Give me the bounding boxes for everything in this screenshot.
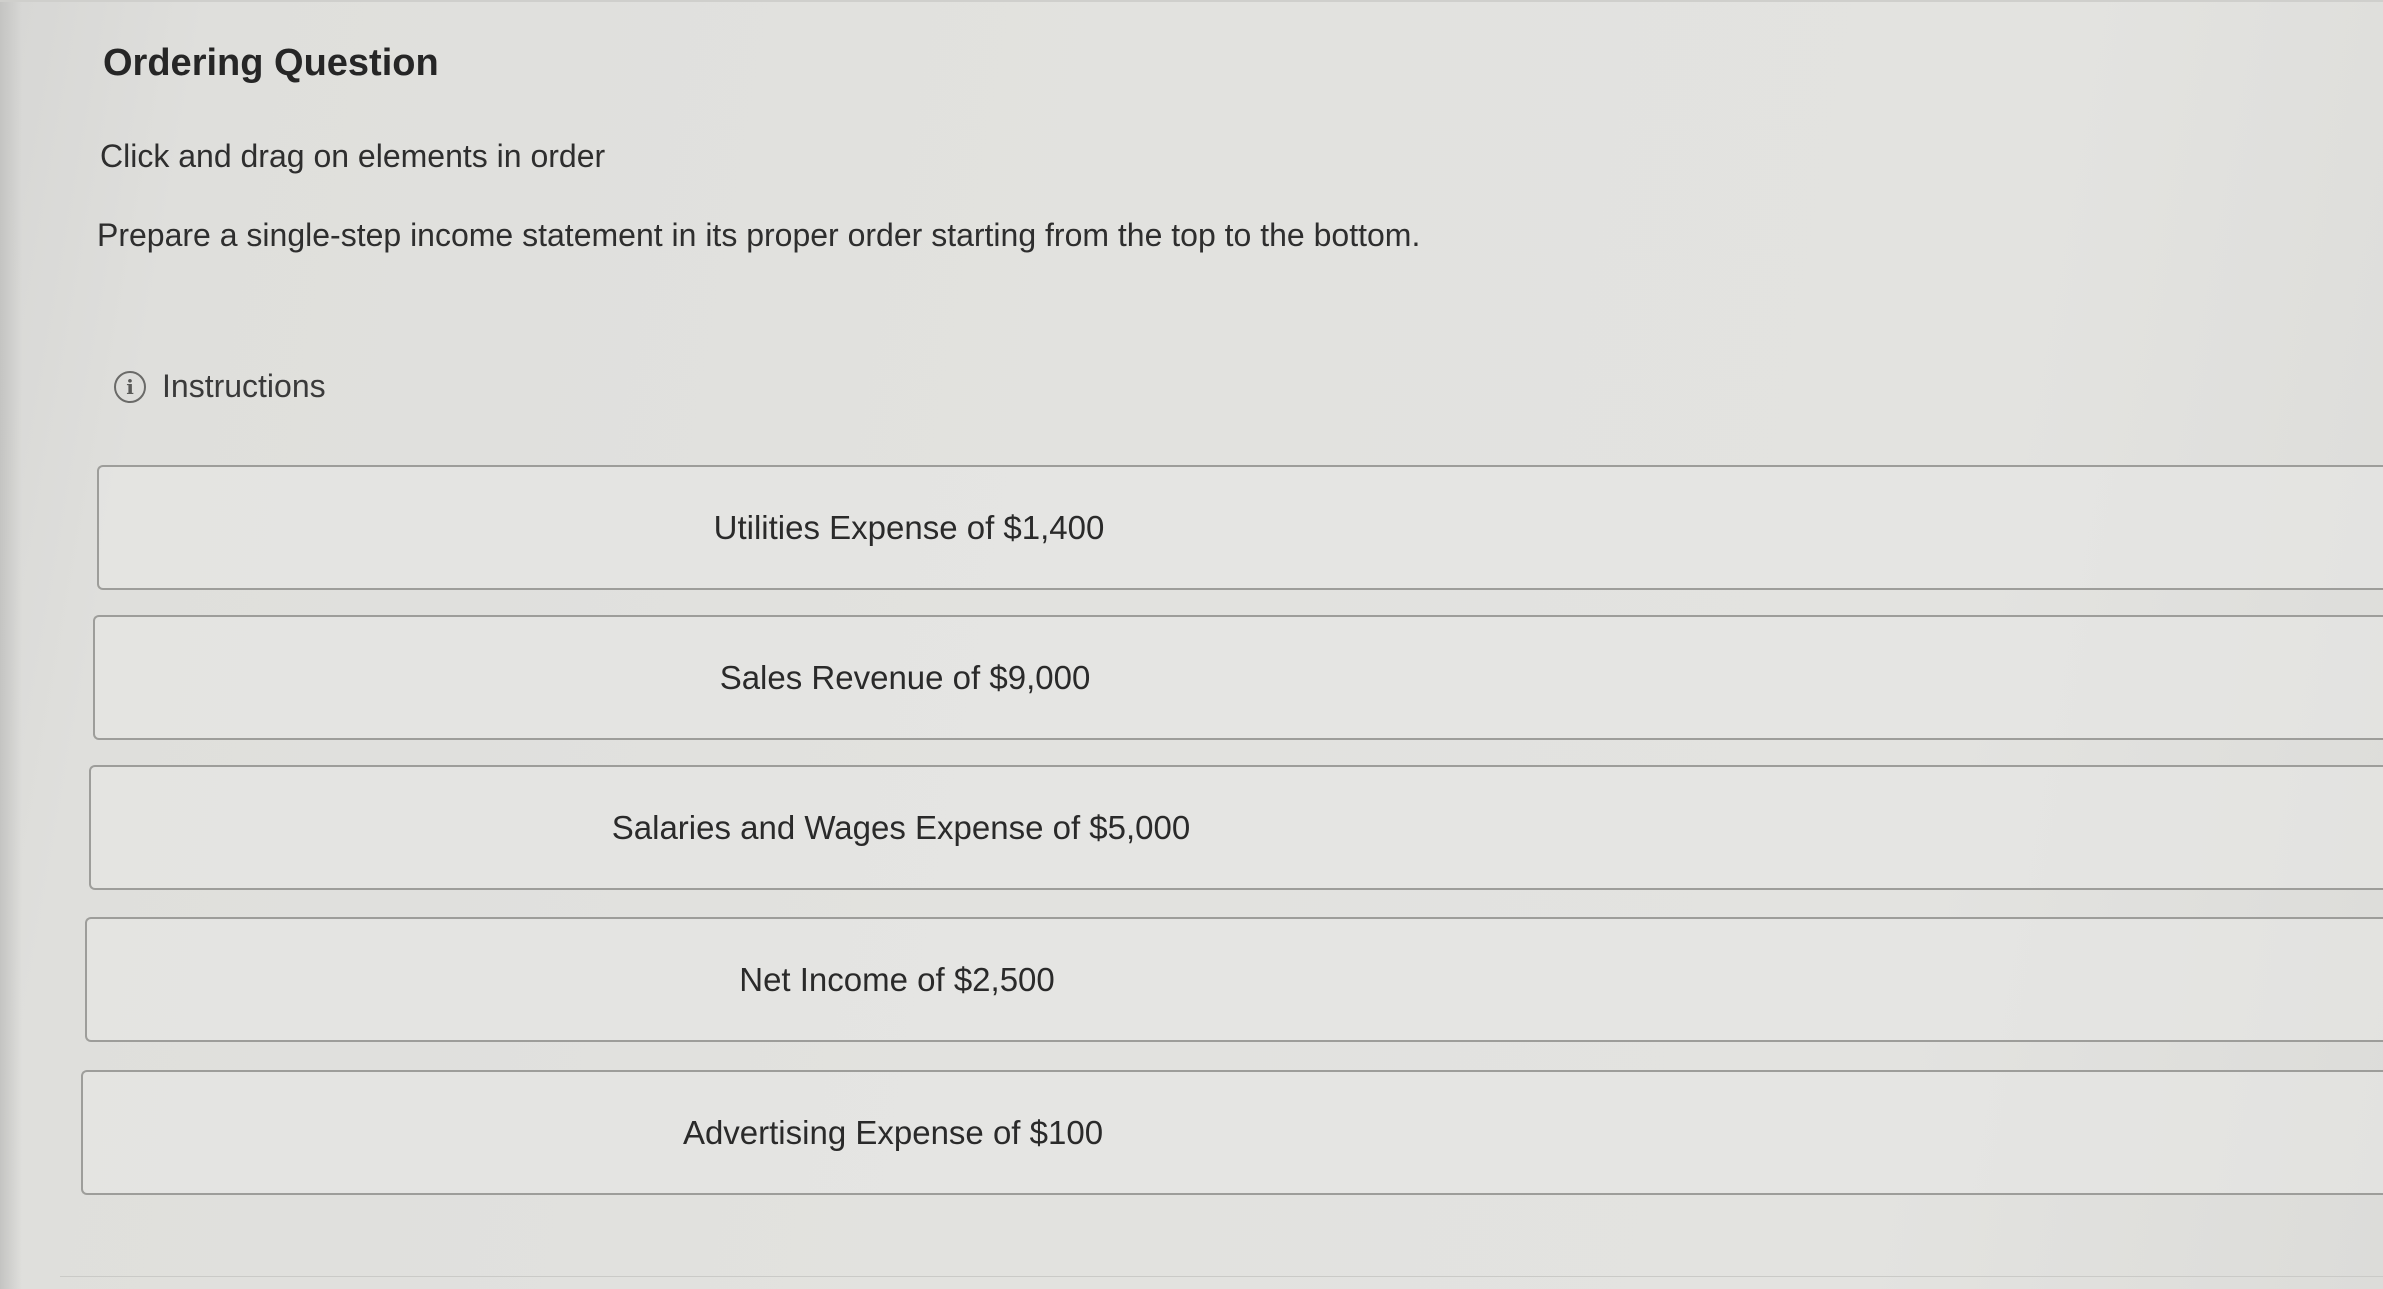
instructions-toggle[interactable]: i Instructions (114, 368, 326, 405)
ordering-item-label: Advertising Expense of $100 (682, 1113, 1104, 1151)
ordering-item-utilities-expense[interactable]: Utilities Expense of $1,400 (97, 465, 2383, 590)
ordering-item-label: Sales Revenue of $9,000 (719, 658, 1091, 696)
ordering-item-sales-revenue[interactable]: Sales Revenue of $9,000 (93, 615, 2383, 740)
question-prompt: Prepare a single-step income statement i… (97, 217, 1421, 253)
instructions-label: Instructions (162, 368, 326, 404)
ordering-item-label: Salaries and Wages Expense of $5,000 (611, 808, 1191, 846)
info-icon: i (114, 370, 146, 403)
question-title: Ordering Question (103, 42, 439, 84)
ordering-item-label: Net Income of $2,500 (739, 960, 1055, 998)
drag-instruction-text: Click and drag on elements in order (100, 138, 606, 174)
page-edge-shadow (0, 0, 22, 1289)
ordering-item-salaries-wages-expense[interactable]: Salaries and Wages Expense of $5,000 (89, 765, 2383, 890)
ordering-item-net-income[interactable]: Net Income of $2,500 (85, 917, 2383, 1042)
ordering-item-label: Utilities Expense of $1,400 (713, 508, 1105, 546)
bottom-divider (60, 1276, 2383, 1277)
top-divider (0, 0, 2383, 2)
ordering-item-advertising-expense[interactable]: Advertising Expense of $100 (81, 1070, 2383, 1195)
